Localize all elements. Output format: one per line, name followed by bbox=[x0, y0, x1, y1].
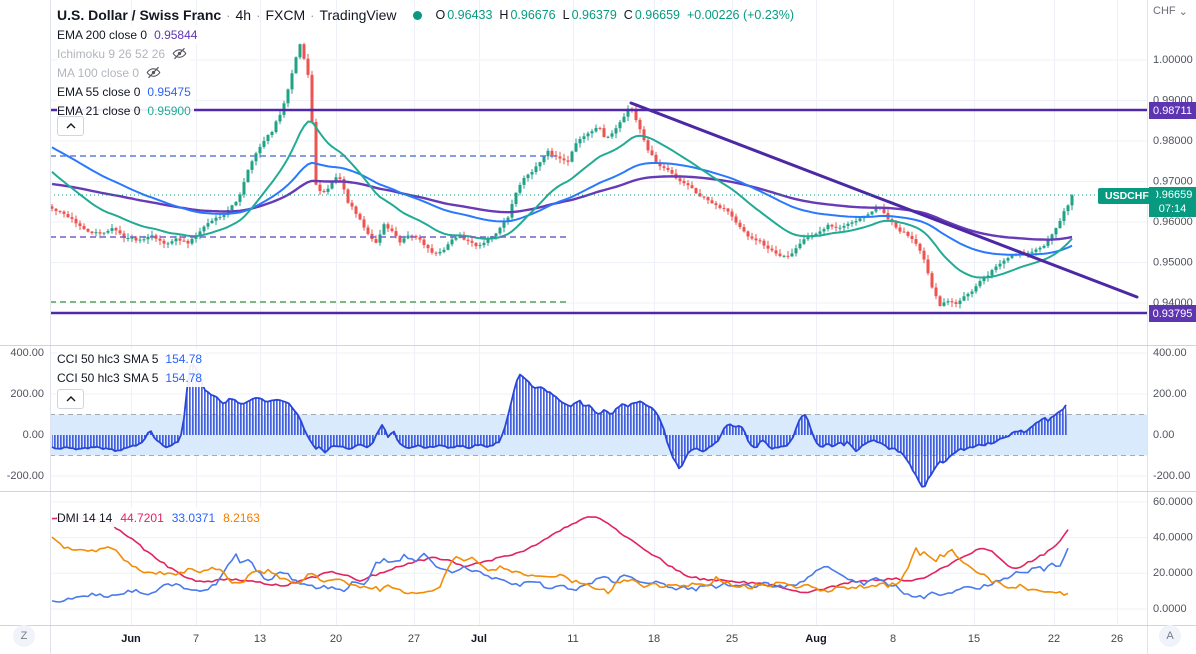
dmi-tick-label: 60.0000 bbox=[1153, 496, 1193, 508]
cci-tick-label-left: 0.00 bbox=[23, 429, 44, 441]
platform-label: TradingView bbox=[319, 7, 397, 23]
lower-line-price-badge: 0.93795 bbox=[1149, 305, 1196, 322]
tradingview-chart-window: 1.00000 0.99000 0.98000 0.97000 0.96000 0.950… bbox=[0, 0, 1196, 654]
legend-row-cci-1[interactable]: CCI 50 hlc3 SMA 5 154.78 bbox=[57, 368, 206, 387]
time-tick-label: Aug bbox=[805, 633, 826, 645]
time-tick-label: 13 bbox=[254, 633, 266, 645]
low-value: 0.96379 bbox=[571, 8, 617, 22]
indicator-legend-dmi: DMI 14 14 44.7201 33.0371 8.2163 bbox=[57, 508, 263, 527]
legend-value: 44.7201 bbox=[120, 510, 164, 525]
legend-value: 154.78 bbox=[165, 351, 203, 366]
high-label: H bbox=[499, 8, 509, 22]
open-value: 0.96433 bbox=[447, 8, 493, 22]
price-tick-label: 1.00000 bbox=[1153, 54, 1193, 66]
dmi-tick-label: 40.0000 bbox=[1153, 532, 1193, 544]
legend-row-ema-55-close-0[interactable]: EMA 55 close 0 0.95475 bbox=[57, 82, 194, 101]
symbol-price-label: USDCHF bbox=[1098, 188, 1156, 204]
price-tick-label: 0.97000 bbox=[1153, 175, 1193, 187]
cci-tick-label-right: 0.00 bbox=[1153, 429, 1174, 441]
currency-label: CHF bbox=[1153, 5, 1176, 17]
last-price-badge: 0.96659 07:14 bbox=[1149, 187, 1196, 217]
chevron-down-icon: ⌄ bbox=[1178, 6, 1188, 18]
cci-tick-label-left: -200.00 bbox=[7, 470, 44, 482]
time-tick-label: Jul bbox=[471, 633, 487, 645]
legend-label: EMA 200 close 0 bbox=[57, 27, 148, 42]
symbol-title[interactable]: U.S. Dollar / Swiss Franc bbox=[57, 7, 221, 23]
market-status-icon[interactable] bbox=[412, 10, 422, 20]
legend-label: EMA 55 close 0 bbox=[57, 84, 141, 99]
upper-line-price-badge: 0.98711 bbox=[1149, 102, 1196, 119]
change-value: +0.00226 (+0.23%) bbox=[687, 8, 795, 22]
time-tick-label: 22 bbox=[1048, 633, 1060, 645]
collapse-legend-button-cci[interactable] bbox=[57, 389, 84, 409]
legend-label: CCI 50 hlc3 SMA 5 bbox=[57, 370, 159, 385]
auto-scale-button[interactable]: A bbox=[1159, 625, 1181, 647]
legend-value: 0.95475 bbox=[147, 84, 191, 99]
collapse-legend-button-main[interactable] bbox=[57, 116, 84, 136]
legend-label: DMI 14 14 bbox=[57, 510, 113, 525]
time-tick-label: 11 bbox=[567, 633, 578, 645]
legend-value: 154.78 bbox=[165, 370, 203, 385]
chevron-up-icon bbox=[66, 123, 75, 129]
adx-line bbox=[51, 516, 1069, 594]
indicator-legend-main: EMA 200 close 0 0.95844 Ichimoku 9 26 52 2… bbox=[57, 25, 201, 120]
legend-label: Ichimoku 9 26 52 26 bbox=[57, 46, 166, 61]
last-price-value: 0.96659 bbox=[1152, 189, 1193, 201]
time-tick-label: 8 bbox=[890, 633, 896, 645]
legend-value: 8.2163 bbox=[223, 510, 260, 525]
indicator-legend-cci: CCI 50 hlc3 SMA 5 154.78 CCI 50 hlc3 SMA 5… bbox=[57, 349, 206, 387]
ohlc-readout: O 0.96433 H 0.96676 L 0.96379 C 0.96659 … bbox=[436, 8, 795, 22]
legend-row-dmi[interactable]: DMI 14 14 44.7201 33.0371 8.2163 bbox=[57, 508, 263, 527]
legend-row-ma-100-close-0[interactable]: MA 100 close 0 bbox=[57, 63, 165, 82]
visibility-off-icon[interactable] bbox=[146, 65, 161, 80]
cci-tick-label-right: 200.00 bbox=[1153, 388, 1187, 400]
price-axis-currency-selector[interactable]: CHF ⌄ bbox=[1153, 5, 1188, 18]
price-tick-label: 0.98000 bbox=[1153, 135, 1193, 147]
time-tick-label: 26 bbox=[1111, 633, 1123, 645]
cci-tick-label-right: 400.00 bbox=[1153, 347, 1187, 359]
title-separator: · bbox=[226, 7, 231, 23]
high-value: 0.96676 bbox=[510, 8, 556, 22]
chart-header: U.S. Dollar / Swiss Franc · 4h · FXCM · … bbox=[57, 7, 794, 23]
price-tick-label: 0.95000 bbox=[1153, 256, 1193, 268]
timezone-button[interactable]: Z bbox=[13, 625, 35, 647]
legend-value: 33.0371 bbox=[171, 510, 216, 525]
cci-tick-label-right: -200.00 bbox=[1153, 470, 1190, 482]
legend-row-ema-200-close-0[interactable]: EMA 200 close 0 0.95844 bbox=[57, 25, 201, 44]
close-label: C bbox=[623, 8, 633, 22]
price-tick-label: 0.96000 bbox=[1153, 216, 1193, 228]
ema-55-line bbox=[51, 146, 1073, 256]
time-tick-label: 20 bbox=[330, 633, 342, 645]
cci-tick-label-left: 200.00 bbox=[10, 388, 44, 400]
time-tick-label: 18 bbox=[648, 633, 660, 645]
close-value: 0.96659 bbox=[634, 8, 680, 22]
cci-tick-label-left: 400.00 bbox=[10, 347, 44, 359]
low-label: L bbox=[562, 8, 570, 22]
time-tick-label: Jun bbox=[121, 633, 141, 645]
time-tick-label: 7 bbox=[193, 633, 199, 645]
dmi-tick-label: 0.0000 bbox=[1153, 603, 1187, 615]
time-tick-label: 27 bbox=[408, 633, 420, 645]
legend-label: MA 100 close 0 bbox=[57, 65, 140, 80]
dmi-tick-label: 20.0000 bbox=[1153, 567, 1193, 579]
bar-countdown: 07:14 bbox=[1158, 203, 1187, 215]
open-label: O bbox=[435, 8, 446, 22]
chevron-up-icon bbox=[66, 396, 75, 402]
title-separator: · bbox=[256, 7, 261, 23]
legend-row-cci-0[interactable]: CCI 50 hlc3 SMA 5 154.78 bbox=[57, 349, 206, 368]
visibility-off-icon[interactable] bbox=[172, 46, 187, 61]
time-tick-label: 15 bbox=[968, 633, 980, 645]
title-separator: · bbox=[310, 7, 315, 23]
legend-value: 0.95844 bbox=[154, 27, 198, 42]
exchange-label: FXCM bbox=[265, 7, 306, 23]
legend-label: CCI 50 hlc3 SMA 5 bbox=[57, 351, 159, 366]
interval-label[interactable]: 4h bbox=[236, 7, 252, 23]
legend-row-ichimoku-9-26-52-26[interactable]: Ichimoku 9 26 52 26 bbox=[57, 44, 191, 63]
legend-value: 0.95900 bbox=[147, 103, 191, 118]
time-tick-label: 25 bbox=[726, 633, 738, 645]
